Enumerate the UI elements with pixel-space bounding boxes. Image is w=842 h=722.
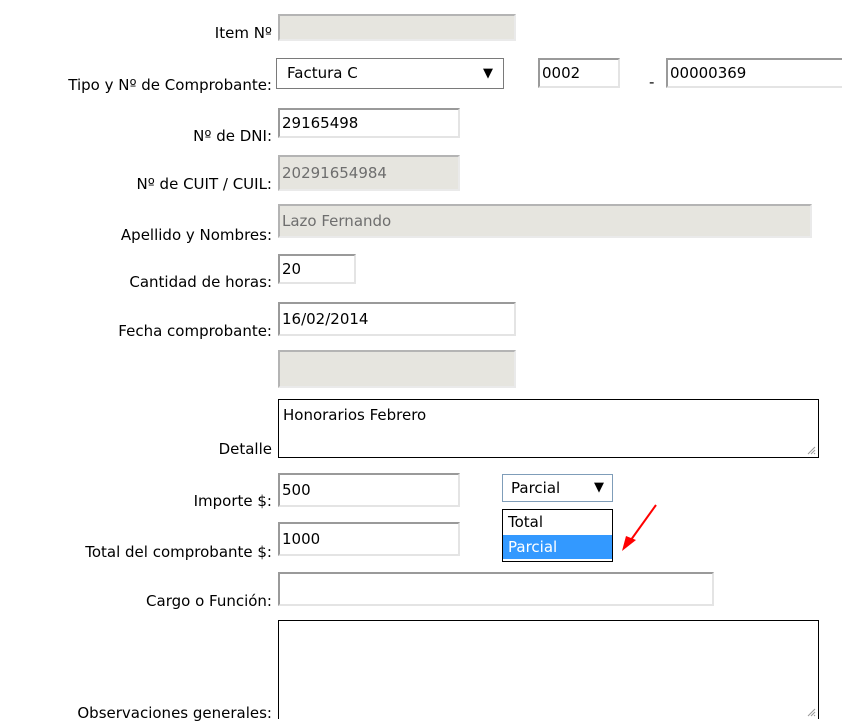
tipo-comprobante-value: Factura C xyxy=(287,64,358,82)
tipo-pago-dropdown-list: Total Parcial xyxy=(502,509,613,562)
cuit-input[interactable]: 20291654984 xyxy=(278,155,460,191)
item-input[interactable] xyxy=(278,14,516,41)
importe-input[interactable]: 500 xyxy=(278,473,460,507)
observaciones-label: Observaciones generales: xyxy=(77,704,272,722)
importe-label: Importe $: xyxy=(193,492,272,510)
dni-label: Nº de DNI: xyxy=(193,127,272,145)
total-input[interactable]: 1000 xyxy=(278,522,460,556)
numero-comprobante-input[interactable]: 00000369 xyxy=(666,58,842,88)
dni-input[interactable]: 29165498 xyxy=(278,108,460,138)
total-label: Total del comprobante $: xyxy=(85,543,272,561)
punto-venta-input[interactable]: 0002 xyxy=(538,58,620,88)
resize-grip-icon[interactable] xyxy=(806,445,816,455)
invoice-form: { "form": { "item": { "label": "Item Nº"… xyxy=(0,0,842,722)
extra-disabled-input[interactable] xyxy=(278,350,516,388)
item-label: Item Nº xyxy=(214,24,272,42)
horas-input[interactable]: 20 xyxy=(278,254,356,284)
comprobante-label: Tipo y Nº de Comprobante: xyxy=(68,76,272,94)
red-arrow-icon xyxy=(622,504,657,551)
chevron-down-icon: ▼ xyxy=(594,480,604,495)
option-parcial[interactable]: Parcial xyxy=(503,535,612,559)
comprobante-separator: - xyxy=(649,73,655,91)
cargo-input[interactable] xyxy=(278,572,714,606)
tipo-pago-value: Parcial xyxy=(511,479,561,497)
horas-label: Cantidad de horas: xyxy=(129,273,272,291)
detalle-value: Honorarios Febrero xyxy=(283,406,427,424)
cuit-label: Nº de CUIT / CUIL: xyxy=(136,175,273,193)
tipo-comprobante-select[interactable]: Factura C ▼ xyxy=(276,58,504,89)
fecha-input[interactable]: 16/02/2014 xyxy=(278,302,516,336)
detalle-textarea[interactable]: Honorarios Febrero xyxy=(278,399,819,458)
cargo-label: Cargo o Función: xyxy=(146,592,272,610)
fecha-label: Fecha comprobante: xyxy=(118,322,272,340)
option-total[interactable]: Total xyxy=(503,510,612,535)
chevron-down-icon: ▼ xyxy=(483,66,493,81)
observaciones-textarea[interactable] xyxy=(278,620,819,719)
tipo-pago-select[interactable]: Parcial ▼ xyxy=(502,474,613,502)
detalle-label: Detalle xyxy=(218,440,272,458)
apellido-label: Apellido y Nombres: xyxy=(120,226,272,244)
apellido-input[interactable]: Lazo Fernando xyxy=(278,204,812,238)
resize-grip-icon[interactable] xyxy=(806,707,816,717)
